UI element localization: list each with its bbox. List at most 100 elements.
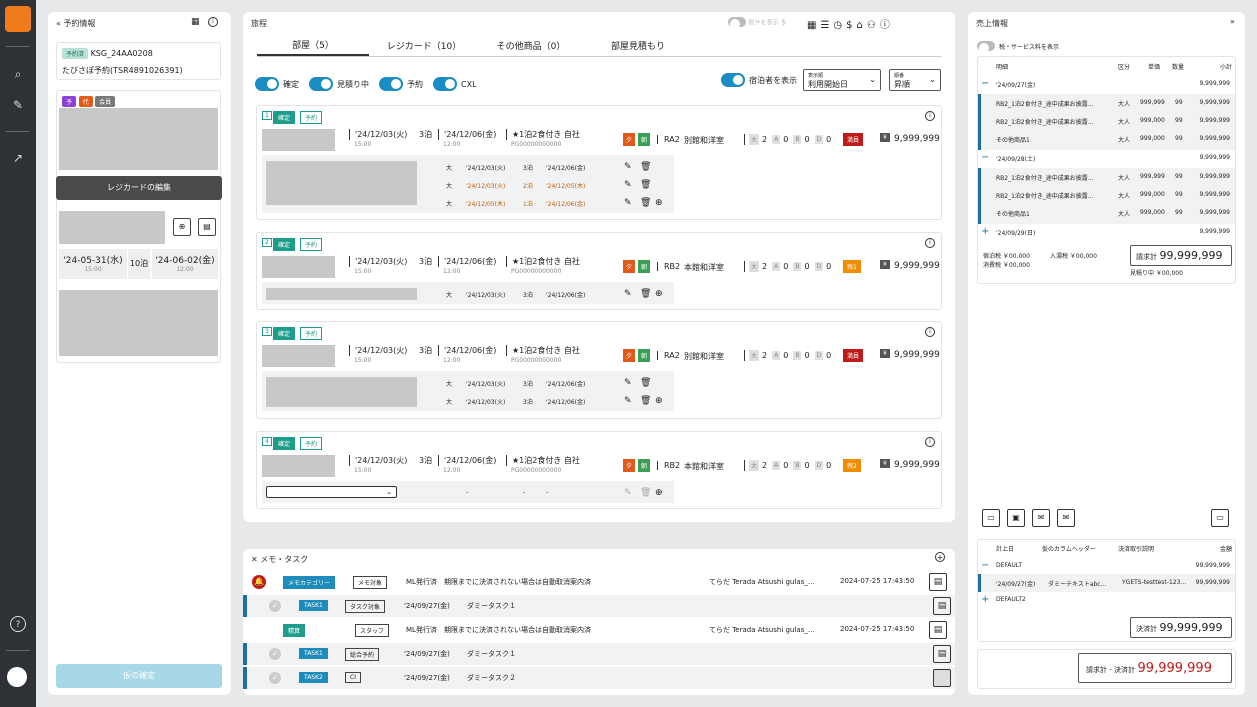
avatar[interactable]	[7, 667, 27, 687]
info-icon[interactable]: i	[925, 238, 935, 248]
memo-doc-icon[interactable]: ▤	[933, 645, 951, 663]
info-icon[interactable]: ⓘ	[880, 20, 894, 31]
collapse-icon[interactable]: −	[981, 152, 989, 163]
gift-icon[interactable]: ▣	[1007, 509, 1025, 527]
edit-icon[interactable]: ✎	[624, 289, 632, 299]
memo-doc-icon[interactable]: ▤	[933, 597, 951, 615]
edit-icon[interactable]: ✎	[624, 198, 632, 208]
edit-icon[interactable]: ✎	[624, 488, 632, 498]
regi-card-edit-button[interactable]: レジカードの編集	[56, 176, 222, 200]
info-icon[interactable]: i	[925, 437, 935, 447]
confirmed-tag[interactable]: 確定	[273, 111, 296, 124]
memo-row[interactable]: ✓ TASK1 タスク対象 '24/09/27(金) ダミータスク１ ▤	[243, 595, 955, 617]
memo-row[interactable]: 精算 スタッフ ML発行済 期限までに決済されない場合は自動取消案内済 てらだ Ter…	[243, 619, 955, 641]
item-price: 999,000	[1140, 117, 1165, 124]
info-icon[interactable]: i	[925, 327, 935, 337]
payment-icon[interactable]: ▭	[1211, 509, 1229, 527]
help-icon[interactable]: ?	[10, 616, 26, 632]
collapse-icon[interactable]: −	[981, 78, 989, 89]
room-nights: 3泊	[419, 130, 433, 139]
guest-select[interactable]: ⌄	[266, 486, 397, 498]
add-memo-icon[interactable]: +	[935, 552, 945, 562]
item-subtotal: 9,999,999	[1199, 191, 1230, 198]
show-guests-toggle[interactable]	[721, 73, 745, 87]
edit-icon[interactable]: ✎	[624, 378, 632, 388]
edit-icon[interactable]: ✎	[624, 162, 632, 172]
tab-regi-card[interactable]: レジカード（10）	[369, 39, 479, 55]
delete-icon[interactable]: 🗑	[640, 378, 651, 388]
delete-icon[interactable]: 🗑	[640, 396, 651, 406]
globe-icon[interactable]: ⊕	[173, 218, 191, 236]
mail-icon[interactable]: ✉	[1032, 509, 1050, 527]
group-total: 9,999,999	[1199, 154, 1230, 161]
tab-rooms[interactable]: 部屋（5）	[257, 38, 369, 56]
reserved-tag[interactable]: 予約	[300, 111, 323, 124]
reserved-tag[interactable]: 予約	[300, 437, 323, 450]
filter-cxl-toggle[interactable]	[433, 77, 457, 91]
memo-time: 2024-07-25 17:43:50	[840, 625, 915, 633]
confirmed-tag[interactable]: 確定	[273, 238, 296, 251]
info-icon[interactable]: i	[925, 111, 935, 121]
receipt-icon[interactable]: ▭	[982, 509, 1000, 527]
delete-icon[interactable]: 🗑	[640, 488, 651, 498]
check-icon[interactable]: ✓	[269, 648, 281, 660]
people-icon[interactable]: ⚇	[867, 20, 880, 31]
tab-other-products[interactable]: その他商品（0）	[479, 39, 583, 55]
edit-icon[interactable]: ✎	[10, 97, 26, 113]
memo-doc-icon[interactable]: ▤	[929, 573, 947, 591]
edit-icon[interactable]: ✎	[624, 396, 632, 406]
tax-toggle[interactable]	[977, 41, 995, 53]
filter-estimate-toggle[interactable]	[309, 77, 333, 91]
check-icon[interactable]: ✓	[269, 600, 281, 612]
memo-doc-icon[interactable]: ▤	[929, 621, 947, 639]
search-icon[interactable]: ⌕	[10, 66, 26, 82]
confirmed-tag[interactable]: 確定	[273, 327, 296, 340]
confirm-button[interactable]: 仮の確定	[56, 664, 222, 688]
filter-reserved-toggle[interactable]	[379, 77, 403, 91]
delete-icon[interactable]: 🗑	[640, 289, 651, 299]
add-icon[interactable]: ⊕	[655, 396, 663, 406]
expand-icon[interactable]: +	[981, 226, 989, 237]
memo-doc-icon[interactable]	[933, 669, 951, 687]
memo-row[interactable]: ✓ TASK1 総合予約 '24/09/27(金) ダミータスク１ ▤	[243, 643, 955, 665]
panel-title: « 予約情報	[56, 19, 96, 28]
tab-room-estimate[interactable]: 部屋見積もり	[583, 39, 693, 55]
expand-icon[interactable]: +	[981, 594, 989, 605]
guest-label: D	[814, 351, 824, 360]
add-icon[interactable]: ⊕	[655, 488, 663, 498]
add-icon[interactable]: ⊕	[655, 289, 663, 299]
sort-select[interactable]: 表示順 利用開始日 ⌄	[803, 69, 881, 91]
delete-icon[interactable]: 🗑	[640, 180, 651, 190]
reserved-tag[interactable]: 予約	[300, 238, 323, 251]
app-logo[interactable]	[5, 6, 31, 32]
memo-row[interactable]: ✓ TASK2 CI '24/09/27(金) ダミータスク２	[243, 667, 955, 689]
add-icon[interactable]: ⊕	[655, 198, 663, 208]
sub-checkout: '24/12/06(金)	[546, 292, 586, 299]
calendar-icon[interactable]: ▦	[191, 17, 200, 27]
guest-label: B	[793, 262, 802, 271]
check-icon[interactable]: ✓	[269, 672, 281, 684]
list-icon[interactable]: ☰	[820, 20, 833, 31]
collapse-icon[interactable]: −	[981, 560, 989, 571]
reserved-tag[interactable]: 予約	[300, 327, 323, 340]
memo-text: ML発行済 期限までに決済されない場合は自動取消案内済	[406, 578, 591, 586]
open-external-icon[interactable]: ↗	[10, 150, 26, 166]
calendar-icon[interactable]: ▦	[807, 20, 820, 31]
edit-icon[interactable]: ✎	[624, 180, 632, 190]
mail-check-icon[interactable]: ✉	[1057, 509, 1075, 527]
confirmed-tag[interactable]: 確定	[273, 437, 296, 450]
filter-confirmed-toggle[interactable]	[255, 77, 279, 91]
memo-row[interactable]: 🔔 メモカテゴリー メモ対象 ML発行済 期限までに決済されない場合は自動取消案内済 て…	[243, 571, 955, 593]
money-icon[interactable]: $	[846, 20, 856, 31]
history-icon[interactable]: ◷	[833, 20, 846, 31]
bed-icon[interactable]: ⌂	[857, 20, 867, 31]
room-checkin-time: 15:00	[354, 141, 372, 148]
guest-count: 2	[762, 351, 768, 360]
collapse-icon[interactable]: »	[1230, 17, 1235, 26]
order-select[interactable]: 順番 昇順 ⌄	[889, 69, 941, 91]
delete-icon[interactable]: 🗑	[640, 162, 651, 172]
alert-icon[interactable]: 🔔	[252, 575, 266, 589]
id-card-icon[interactable]: ▤	[198, 218, 216, 236]
info-icon[interactable]: i	[208, 17, 218, 27]
delete-icon[interactable]: 🗑	[640, 198, 651, 208]
